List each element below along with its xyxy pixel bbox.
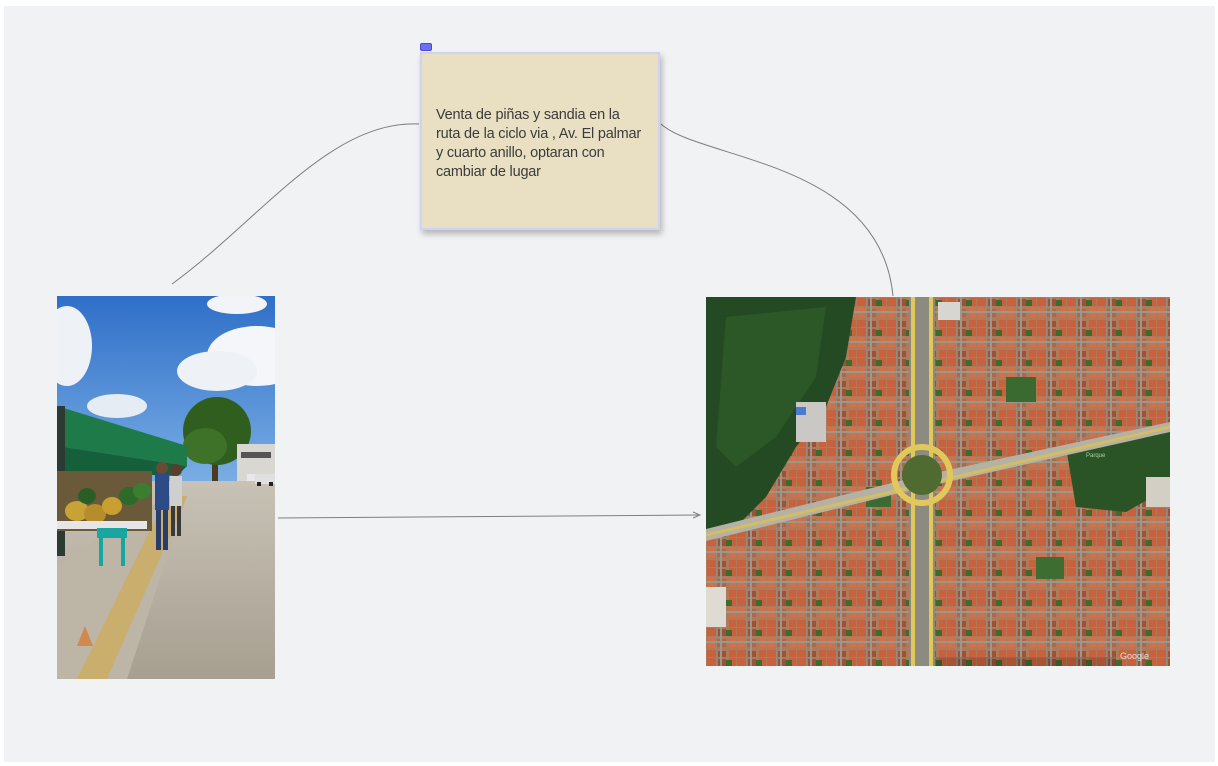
map-watermark: Google xyxy=(1120,651,1149,661)
fruit-stall-photo-image xyxy=(57,296,275,679)
sticky-note[interactable]: Venta de piñas y sandia en la ruta de la… xyxy=(420,52,660,230)
svg-text:Parque: Parque xyxy=(1086,453,1106,459)
sticky-note-text[interactable]: Venta de piñas y sandia en la ruta de la… xyxy=(436,106,646,182)
satellite-map[interactable]: Parque Google xyxy=(706,297,1170,666)
satellite-map-image: Parque Google xyxy=(706,297,1170,666)
selection-handle[interactable] xyxy=(420,43,432,51)
fruit-stall-photo[interactable] xyxy=(57,296,275,679)
